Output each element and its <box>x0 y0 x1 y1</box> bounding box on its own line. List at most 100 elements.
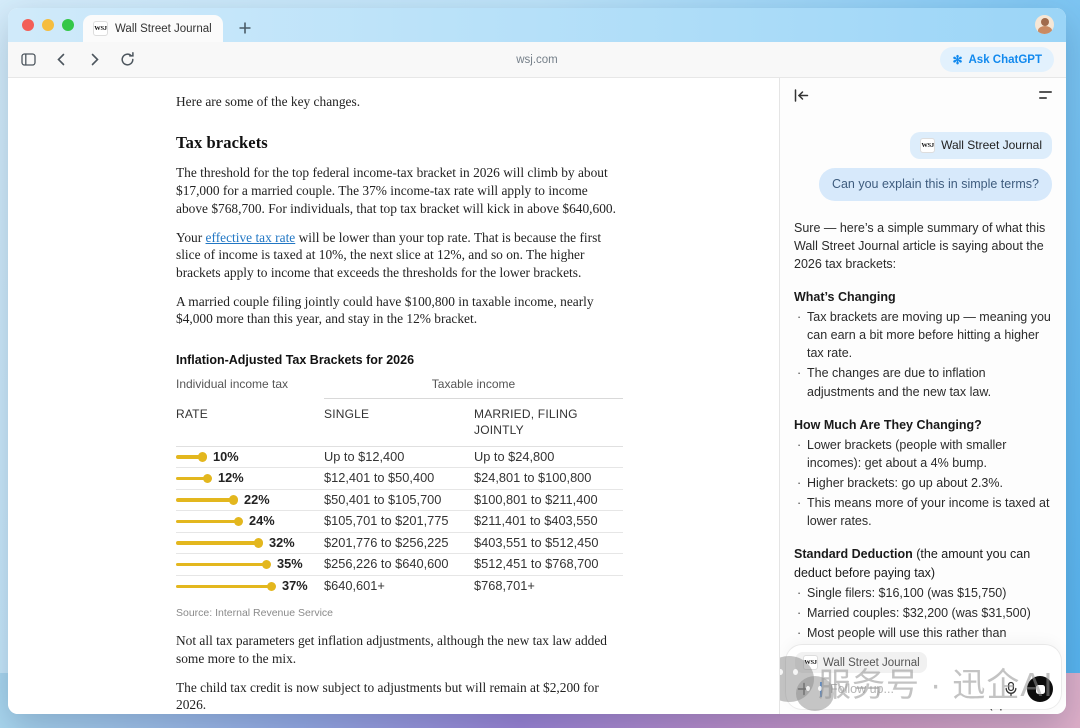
chat-composer: WSJ Wall Street Journal Follow up... <box>786 645 1061 709</box>
single-range: $12,401 to $50,400 <box>324 470 435 486</box>
avatar-face <box>1040 18 1049 26</box>
table-row: 35% $256,226 to $640,600 $512,451 to $76… <box>176 554 623 576</box>
col-header-married: MARRIED, FILING JOINTLY <box>474 407 578 438</box>
new-tab-button[interactable] <box>236 19 254 37</box>
wsj-favicon: WSJ <box>920 138 936 154</box>
section-heading-tax-brackets: Tax brackets <box>176 132 268 152</box>
chat-bullet: The changes are due to inflation adjustm… <box>794 364 1052 400</box>
stop-generating-button[interactable] <box>1027 676 1053 702</box>
single-range: Up to $12,400 <box>324 448 405 464</box>
table-row: 12% $12,401 to $50,400 $24,801 to $100,8… <box>176 468 623 490</box>
rate-bar <box>176 452 207 462</box>
effective-tax-rate-link[interactable]: effective tax rate <box>206 230 296 245</box>
rate-label: 24% <box>249 513 275 529</box>
collapse-sidebar-icon[interactable] <box>794 88 809 102</box>
rate-bar <box>176 517 243 526</box>
article-body: Here are some of the key changes. Tax br… <box>176 82 623 714</box>
chat-bullet: Single filers: $16,100 (was $15,750) <box>794 584 1052 602</box>
address-url[interactable]: wsj.com <box>8 54 1066 66</box>
married-range: $24,801 to $100,800 <box>474 470 592 486</box>
rate-label: 22% <box>244 491 270 507</box>
page-content: Here are some of the key changes. Tax br… <box>8 78 779 714</box>
user-message-bubble: Can you explain this in simple terms? <box>818 168 1052 201</box>
tab-wall-street-journal[interactable]: WSJ Wall Street Journal <box>83 15 223 42</box>
chat-bullet: Lower brackets (people with smaller inco… <box>794 436 1052 472</box>
article-paragraph: A married couple filing jointly could ha… <box>176 293 594 327</box>
rate-label: 10% <box>213 448 239 464</box>
chat-section-bullets: Tax brackets are moving up — meaning you… <box>794 308 1052 401</box>
table-row: 24% $105,701 to $201,775 $211,401 to $40… <box>176 511 623 533</box>
traffic-lights <box>22 19 74 31</box>
tab-strip: WSJ Wall Street Journal <box>8 8 1066 42</box>
single-range: $256,226 to $640,600 <box>324 556 449 572</box>
wsj-favicon: WSJ <box>93 21 108 36</box>
chat-section-bullets: Lower brackets (people with smaller inco… <box>794 436 1052 531</box>
text-cursor <box>820 681 822 697</box>
chat-section-heading: Standard Deduction (the amount you can d… <box>794 547 1031 580</box>
followup-input[interactable]: Follow up... <box>830 682 995 696</box>
single-range: $50,401 to $105,700 <box>324 491 442 507</box>
married-range: $768,701+ <box>474 578 535 594</box>
chat-bullet: Higher brackets: go up about 2.3%. <box>794 474 1052 492</box>
col-header-rate: RATE <box>176 407 208 422</box>
chat-section-heading: How Much Are They Changing? <box>794 417 982 432</box>
rate-bar <box>176 495 238 505</box>
table-group-right: Taxable income <box>324 377 623 400</box>
profile-avatar[interactable] <box>1035 15 1054 34</box>
rate-label: 37% <box>282 578 308 594</box>
context-chip-wsj[interactable]: WSJ Wall Street Journal <box>910 132 1052 160</box>
table-row: 10% Up to $12,400 Up to $24,800 <box>176 447 623 469</box>
table-title: Inflation-Adjusted Tax Brackets for 2026 <box>176 352 415 367</box>
chat-bullet: This means more of your income is taxed … <box>794 494 1052 530</box>
sidebar-toggle-icon[interactable] <box>20 51 37 68</box>
tab-title: Wall Street Journal <box>115 22 212 35</box>
rate-bar <box>176 538 263 548</box>
chat-conversation: WSJ Wall Street Journal Can you explain … <box>780 78 1066 714</box>
married-range: $211,401 to $403,550 <box>474 513 598 529</box>
married-range: $512,451 to $768,700 <box>474 556 599 572</box>
browser-window: WSJ Wall Street Journal wsj.com ✻ Ask Ch… <box>8 8 1066 714</box>
composer-context-chip[interactable]: WSJ Wall Street Journal <box>795 652 927 673</box>
tax-bracket-table: Inflation-Adjusted Tax Brackets for 2026… <box>176 352 623 621</box>
chat-section: Standard Deduction (the amount you can d… <box>794 545 1052 660</box>
chat-section: What’s Changing Tax brackets are moving … <box>794 288 1052 401</box>
article-paragraph: Here are some of the key changes. <box>176 94 361 109</box>
wsj-favicon: WSJ <box>803 655 818 670</box>
single-range: $640,601+ <box>324 578 385 594</box>
married-range: Up to $24,800 <box>474 448 555 464</box>
col-header-single: SINGLE <box>324 407 370 422</box>
openai-logo-icon: ✻ <box>952 52 963 67</box>
married-range: $403,551 to $512,450 <box>474 534 599 550</box>
table-group-left: Individual income tax <box>176 377 289 392</box>
table-row: 32% $201,776 to $256,225 $403,551 to $51… <box>176 533 623 555</box>
forward-icon[interactable] <box>86 51 103 68</box>
attach-plus-icon[interactable] <box>796 681 812 697</box>
browser-toolbar: wsj.com ✻ Ask ChatGPT <box>8 42 1066 78</box>
article-paragraph: Your effective tax rate will be lower th… <box>176 229 602 280</box>
rate-bar <box>176 582 276 591</box>
chat-bullet: Married couples: $32,200 (was $31,500) <box>794 604 1052 622</box>
table-header-row: RATE SINGLE MARRIED, FILING JOINTLY <box>176 399 623 447</box>
married-range: $100,801 to $211,400 <box>474 491 598 507</box>
ask-chatgpt-button[interactable]: ✻ Ask ChatGPT <box>940 47 1054 72</box>
zoom-window-button[interactable] <box>62 19 74 31</box>
rate-bar <box>176 560 271 569</box>
avatar-shoulders <box>1037 26 1052 34</box>
tax-table-rows: 10% Up to $12,400 Up to $24,800 12% $12,… <box>176 447 623 598</box>
table-source: Source: Internal Revenue Service <box>176 607 334 620</box>
article-paragraph: The child tax credit is now subject to a… <box>176 679 599 713</box>
reload-icon[interactable] <box>119 51 136 68</box>
table-row: 22% $50,401 to $105,700 $100,801 to $211… <box>176 490 623 512</box>
chat-menu-icon[interactable] <box>1039 91 1052 99</box>
rate-label: 32% <box>269 534 295 550</box>
minimize-window-button[interactable] <box>42 19 54 31</box>
rate-label: 12% <box>218 470 244 486</box>
single-range: $105,701 to $201,775 <box>324 513 449 529</box>
article-paragraph: Not all tax parameters get inflation adj… <box>176 633 607 666</box>
microphone-icon[interactable] <box>1003 681 1019 697</box>
single-range: $201,776 to $256,225 <box>324 534 449 550</box>
back-icon[interactable] <box>53 51 70 68</box>
chat-bullet: Tax brackets are moving up — meaning you… <box>794 308 1052 362</box>
close-window-button[interactable] <box>22 19 34 31</box>
table-row: 37% $640,601+ $768,701+ <box>176 576 623 598</box>
